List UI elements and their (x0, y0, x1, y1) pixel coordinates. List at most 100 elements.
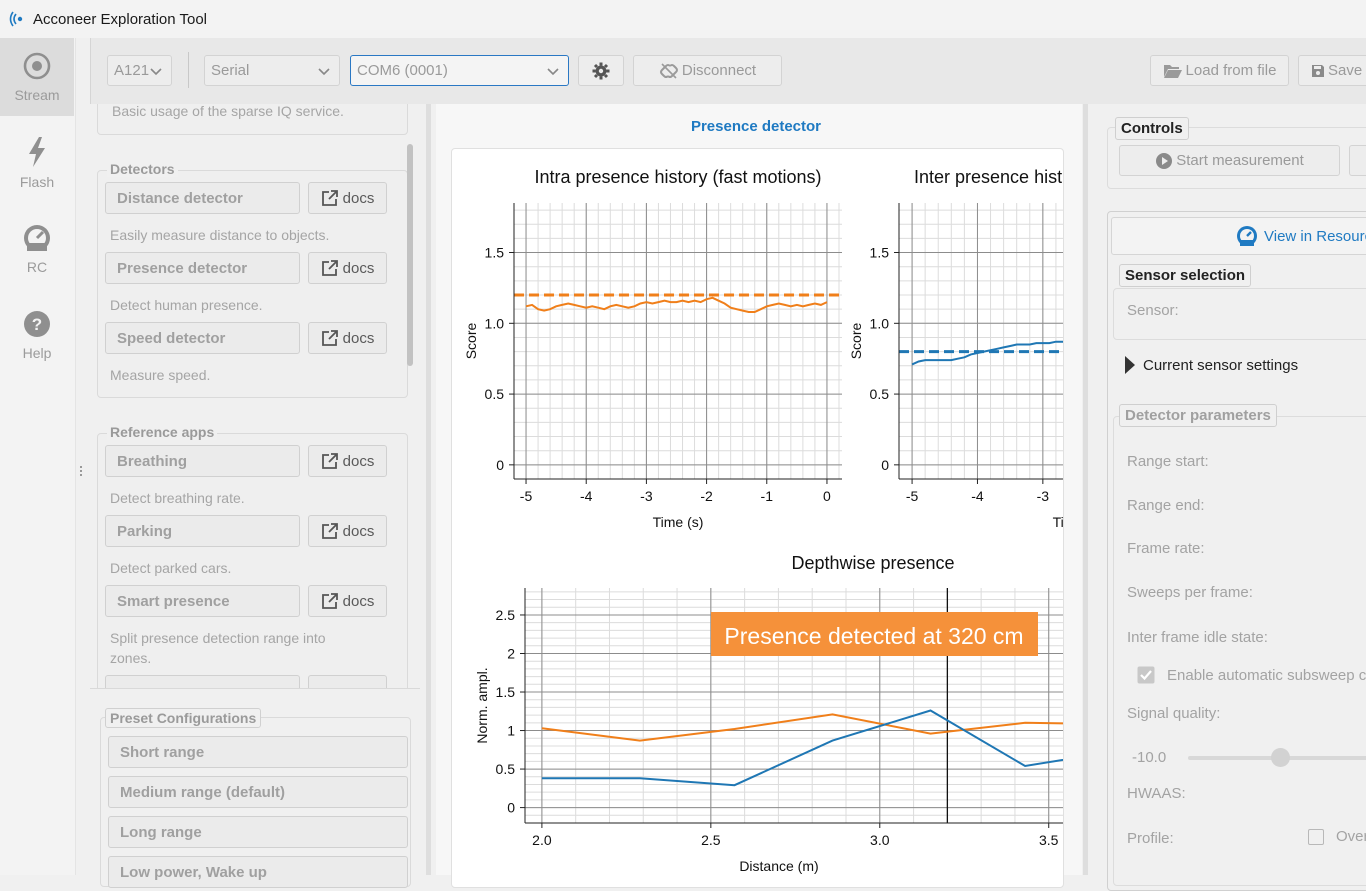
sparse-iq-desc: Basic usage of the sparse IQ service. (112, 104, 344, 119)
docs-label: docs (342, 189, 375, 207)
svg-text:?: ? (32, 315, 42, 334)
speed-detector-button[interactable]: Speed detector (105, 322, 300, 354)
series-line-orange (541, 713, 1063, 742)
port-select[interactable]: COM6 (0001) (350, 55, 569, 86)
speed-docs-button[interactable]: docs (308, 322, 387, 354)
distance-docs-button[interactable]: docs (308, 182, 387, 214)
x-tick-label: -5 (906, 488, 919, 504)
chevron-down-icon (150, 68, 162, 76)
sensor-selection-title: Sensor selection (1119, 264, 1252, 287)
series-line (525, 296, 828, 313)
docs-label: docs (342, 259, 375, 277)
signal-quality-slider-handle[interactable] (1271, 748, 1290, 767)
x-tick-label: 2.0 (532, 832, 552, 848)
nav-flash[interactable]: Flash (0, 124, 74, 202)
range-start-label: Range start: (1127, 453, 1209, 470)
sensor-label: Sensor: (1127, 302, 1179, 319)
smart-presence-desc: Split presence detection range into zone… (110, 630, 326, 666)
save-button[interactable]: Save (1298, 55, 1366, 86)
stop-measurement-button[interactable] (1349, 145, 1366, 176)
settings-button[interactable] (578, 55, 624, 86)
x-tick-label: 0 (823, 488, 831, 504)
smart-presence-docs-button[interactable]: docs (308, 585, 387, 617)
auto-subsweep-checkbox[interactable]: Enable automatic subsweep co (1137, 666, 1366, 684)
left-splitter[interactable] (426, 104, 431, 875)
x-tick-label: -5 (520, 488, 533, 504)
y-tick-label: 0 (496, 457, 504, 473)
load-from-file-button[interactable]: Load from file (1150, 55, 1289, 86)
breathing-button[interactable]: Breathing (105, 445, 300, 477)
x-tick-label: -4 (580, 488, 593, 504)
nav-help[interactable]: ? Help (0, 296, 74, 374)
y-tick-label: 1.5 (870, 245, 890, 261)
y-tick-label: 1.5 (496, 684, 516, 700)
disconnect-button[interactable]: Disconnect (633, 55, 782, 86)
breathing-docs-button[interactable]: docs (308, 445, 387, 477)
parking-button[interactable]: Parking (105, 515, 300, 547)
window-title: Acconeer Exploration Tool (33, 10, 207, 28)
preset-short-range[interactable]: Short range (108, 736, 408, 768)
sensor-model-value: A121 (114, 62, 150, 79)
splitter-handle[interactable] (80, 466, 82, 476)
help-icon: ? (24, 311, 50, 337)
detectors-title: Detectors (107, 161, 178, 177)
y-axis-label: Score (848, 323, 864, 360)
signal-quality-label: Signal quality: (1127, 705, 1221, 722)
chart-title: Intra presence history (fast motions) (534, 167, 821, 187)
current-sensor-settings-toggle[interactable]: Current sensor settings (1125, 356, 1298, 374)
folder-open-icon (1163, 64, 1182, 78)
nav-flash-label: Flash (19, 174, 55, 190)
preset-short-range-label: Short range (120, 743, 205, 761)
smart-presence-button[interactable]: Smart presence (105, 585, 300, 617)
toolbar-separator (188, 52, 189, 88)
view-in-resource-label: View in Resourc (1264, 227, 1366, 245)
stream-icon (23, 52, 51, 80)
view-in-resource-calculator-button[interactable]: View in Resourc (1111, 217, 1366, 255)
external-link-icon (321, 330, 338, 346)
checkbox-checked-icon (1137, 666, 1155, 684)
start-measurement-label: Start measurement (1176, 152, 1304, 169)
x-tick-label: 2.5 (701, 832, 721, 848)
caret-right-icon (1125, 356, 1135, 374)
parking-desc: Detect parked cars. (110, 560, 232, 576)
next-app-button[interactable] (105, 675, 300, 688)
profile-override-label: Over (1336, 828, 1366, 845)
app-list-scroll-area: Basic usage of the sparse IQ service. De… (90, 104, 420, 689)
presence-banner-text: Presence detected at 320 cm (724, 623, 1023, 649)
y-tick-label: 2 (507, 645, 515, 661)
speed-detector-label: Speed detector (117, 329, 226, 347)
right-splitter[interactable] (1083, 104, 1088, 875)
y-tick-label: 0.5 (496, 761, 516, 777)
smart-presence-label: Smart presence (117, 592, 230, 610)
nav-stream[interactable]: Stream (0, 38, 74, 116)
presence-docs-button[interactable]: docs (308, 252, 387, 284)
save-icon (1312, 64, 1324, 77)
preset-medium-range[interactable]: Medium range (default) (108, 776, 408, 808)
preset-long-range[interactable]: Long range (108, 816, 408, 848)
x-tick-label: -3 (1037, 488, 1050, 504)
preset-low-power[interactable]: Low power, Wake up (108, 856, 408, 888)
distance-detector-button[interactable]: Distance detector (105, 182, 300, 214)
start-measurement-button[interactable]: Start measurement (1119, 145, 1340, 176)
profile-override-checkbox[interactable]: Over (1308, 828, 1366, 845)
interface-value: Serial (211, 62, 250, 79)
external-link-icon (321, 260, 338, 276)
interface-select[interactable]: Serial (204, 55, 340, 86)
app-list-scrollbar[interactable] (407, 144, 413, 366)
disconnect-label: Disconnect (681, 62, 757, 79)
next-app-docs-button[interactable] (308, 675, 387, 688)
checkbox-unchecked-icon (1308, 828, 1324, 845)
presence-detector-button[interactable]: Presence detector (105, 252, 300, 284)
sensor-model-select[interactable]: A121 (107, 55, 172, 86)
x-tick-label: -4 (971, 488, 984, 504)
y-tick-label: 0.5 (870, 386, 890, 402)
toolbar: A121 Serial COM6 (0001) Disconnect Load … (90, 38, 1366, 104)
title-bar: Acconeer Exploration Tool (0, 0, 1366, 38)
x-tick-label: 3.0 (870, 832, 890, 848)
parking-docs-button[interactable]: docs (308, 515, 387, 547)
plot-area: Presence detector -5 -4 -3 -2 -1 0 0 0.5 1.0 1.5 I… (436, 104, 1082, 888)
x-tick-label: -3 (640, 488, 653, 504)
nav-rc[interactable]: RC (0, 210, 74, 288)
preset-configurations-title: Preset Configurations (105, 708, 262, 728)
save-label: Save (1328, 62, 1363, 79)
